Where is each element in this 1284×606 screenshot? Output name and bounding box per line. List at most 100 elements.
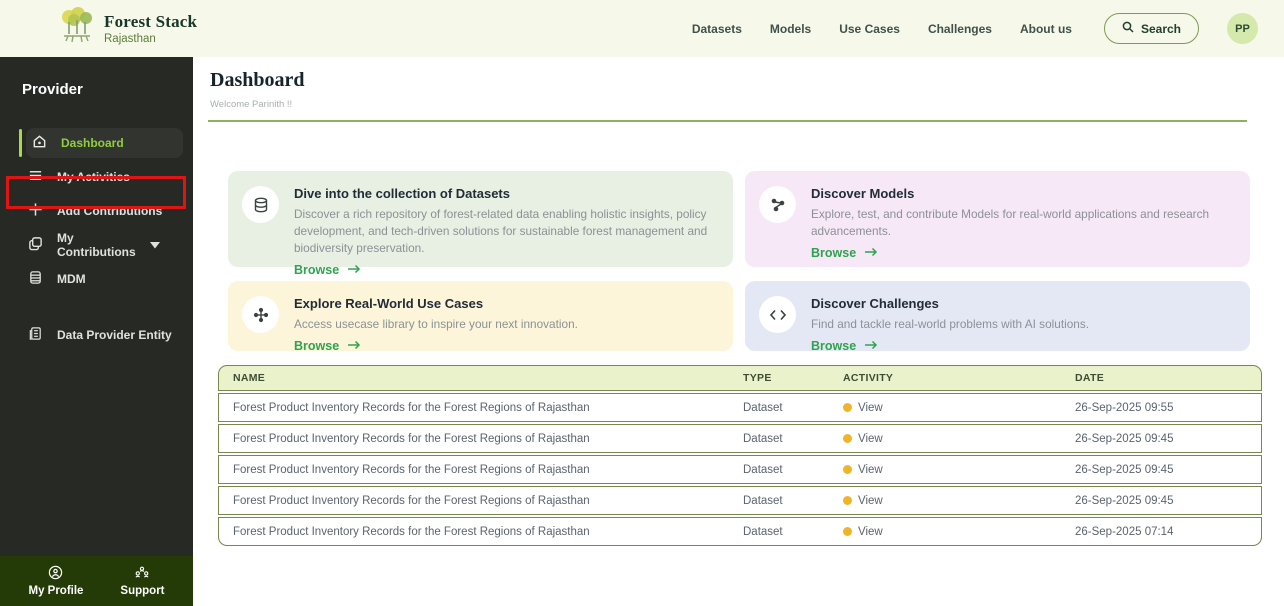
cell-activity: View [843, 402, 1075, 414]
browse-label: Browse [811, 339, 856, 353]
cell-date: 26-Sep-2025 09:45 [1075, 495, 1261, 507]
top-header: Forest Stack Rajasthan Datasets Models U… [0, 0, 1284, 57]
cell-type: Dataset [743, 526, 843, 538]
table-row[interactable]: Forest Product Inventory Records for the… [218, 393, 1262, 422]
card-title: Discover Challenges [811, 296, 1232, 311]
activity-dot-icon [843, 403, 852, 412]
activity-label: View [858, 402, 883, 414]
user-avatar[interactable]: PP [1227, 13, 1258, 44]
browse-datasets-link[interactable]: Browse [294, 257, 715, 277]
sidebar-item-add-contributions[interactable]: Add Contributions [22, 196, 183, 226]
cell-activity: View [843, 495, 1075, 507]
sidebar-item-data-provider-entity[interactable]: Data Provider Entity [22, 320, 183, 350]
cell-activity: View [843, 464, 1075, 476]
support-label: Support [120, 585, 164, 597]
card-title: Explore Real-World Use Cases [294, 296, 715, 311]
building-icon [28, 326, 43, 344]
nav-datasets[interactable]: Datasets [692, 22, 742, 36]
activity-dot-icon [843, 465, 852, 474]
table-row[interactable]: Forest Product Inventory Records for the… [218, 455, 1262, 484]
models-card[interactable]: Discover Models Explore, test, and contr… [745, 171, 1250, 267]
list-icon [28, 168, 43, 186]
table-row[interactable]: Forest Product Inventory Records for the… [218, 517, 1262, 546]
main-content: Dashboard Welcome Parinith !! Dive into … [193, 57, 1284, 606]
feature-cards: Dive into the collection of Datasets Dis… [228, 171, 1284, 351]
cell-type: Dataset [743, 495, 843, 507]
column-header-name: NAME [233, 372, 743, 384]
card-description: Discover a rich repository of forest-rel… [294, 206, 715, 257]
home-icon [32, 134, 47, 152]
nav-challenges[interactable]: Challenges [928, 22, 992, 36]
activity-label: View [858, 495, 883, 507]
browse-use-cases-link[interactable]: Browse [294, 333, 715, 353]
column-header-type: TYPE [743, 372, 843, 384]
my-profile-button[interactable]: My Profile [28, 565, 83, 597]
header-divider [208, 120, 1247, 122]
table-row[interactable]: Forest Product Inventory Records for the… [218, 486, 1262, 515]
column-header-date: DATE [1075, 372, 1261, 384]
sidebar-item-label: My Contributions [57, 231, 136, 259]
cell-date: 26-Sep-2025 09:55 [1075, 402, 1261, 414]
brand-subtitle: Rajasthan [104, 33, 197, 45]
sidebar-item-dashboard[interactable]: Dashboard [26, 128, 183, 158]
nav-about-us[interactable]: About us [1020, 22, 1072, 36]
browse-label: Browse [294, 263, 339, 277]
search-button-label: Search [1141, 22, 1181, 36]
column-header-activity: ACTIVITY [843, 372, 1075, 384]
browse-label: Browse [294, 339, 339, 353]
arrow-right-icon [348, 339, 361, 353]
cell-name: Forest Product Inventory Records for the… [233, 464, 743, 476]
card-description: Find and tackle real-world problems with… [811, 316, 1232, 333]
search-button[interactable]: Search [1104, 13, 1199, 44]
my-profile-label: My Profile [28, 585, 83, 597]
sidebar-item-my-activities[interactable]: My Activities [22, 162, 183, 192]
cell-activity: View [843, 526, 1075, 538]
database-icon [242, 186, 279, 223]
cell-activity: View [843, 433, 1075, 445]
database-icon [28, 270, 43, 288]
sidebar: Provider Dashboard My Activities Add Con… [0, 57, 193, 606]
welcome-text: Welcome Parinith !! [210, 99, 1284, 110]
nodes-plus-icon [242, 296, 279, 333]
browse-label: Browse [811, 246, 856, 260]
nav-models[interactable]: Models [770, 22, 811, 36]
challenges-card[interactable]: Discover Challenges Find and tackle real… [745, 281, 1250, 351]
use-cases-card[interactable]: Explore Real-World Use Cases Access usec… [228, 281, 733, 351]
browse-challenges-link[interactable]: Browse [811, 333, 1232, 353]
table-header-row: NAME TYPE ACTIVITY DATE [218, 365, 1262, 391]
plus-icon [28, 202, 43, 220]
card-description: Access usecase library to inspire your n… [294, 316, 715, 333]
sidebar-item-label: My Activities [57, 170, 130, 184]
cell-name: Forest Product Inventory Records for the… [233, 526, 743, 538]
support-button[interactable]: Support [120, 565, 164, 597]
forest-logo-icon [60, 7, 94, 50]
sidebar-item-mdm[interactable]: MDM [22, 264, 183, 294]
activity-label: View [858, 433, 883, 445]
recent-activity-table: NAME TYPE ACTIVITY DATE Forest Product I… [218, 365, 1262, 546]
sidebar-heading: Provider [22, 81, 193, 98]
arrow-right-icon [865, 246, 878, 260]
person-icon [48, 565, 63, 583]
arrow-right-icon [865, 339, 878, 353]
sidebar-item-my-contributions[interactable]: My Contributions [22, 230, 183, 260]
table-row[interactable]: Forest Product Inventory Records for the… [218, 424, 1262, 453]
sidebar-item-label: MDM [57, 272, 86, 286]
nav-use-cases[interactable]: Use Cases [839, 22, 900, 36]
cell-type: Dataset [743, 402, 843, 414]
brand-logo[interactable]: Forest Stack Rajasthan [60, 7, 197, 50]
cell-date: 26-Sep-2025 09:45 [1075, 464, 1261, 476]
top-navigation: Datasets Models Use Cases Challenges Abo… [692, 13, 1258, 44]
sidebar-spacer [0, 298, 193, 320]
arrow-right-icon [348, 263, 361, 277]
search-icon [1122, 21, 1134, 36]
cell-name: Forest Product Inventory Records for the… [233, 495, 743, 507]
activity-dot-icon [843, 434, 852, 443]
datasets-card[interactable]: Dive into the collection of Datasets Dis… [228, 171, 733, 267]
copy-icon [28, 236, 43, 254]
browse-models-link[interactable]: Browse [811, 240, 1232, 260]
brand-title: Forest Stack [104, 12, 197, 32]
card-title: Discover Models [811, 186, 1232, 201]
cell-type: Dataset [743, 464, 843, 476]
page-title: Dashboard [210, 69, 1284, 92]
share-network-icon [759, 186, 796, 223]
